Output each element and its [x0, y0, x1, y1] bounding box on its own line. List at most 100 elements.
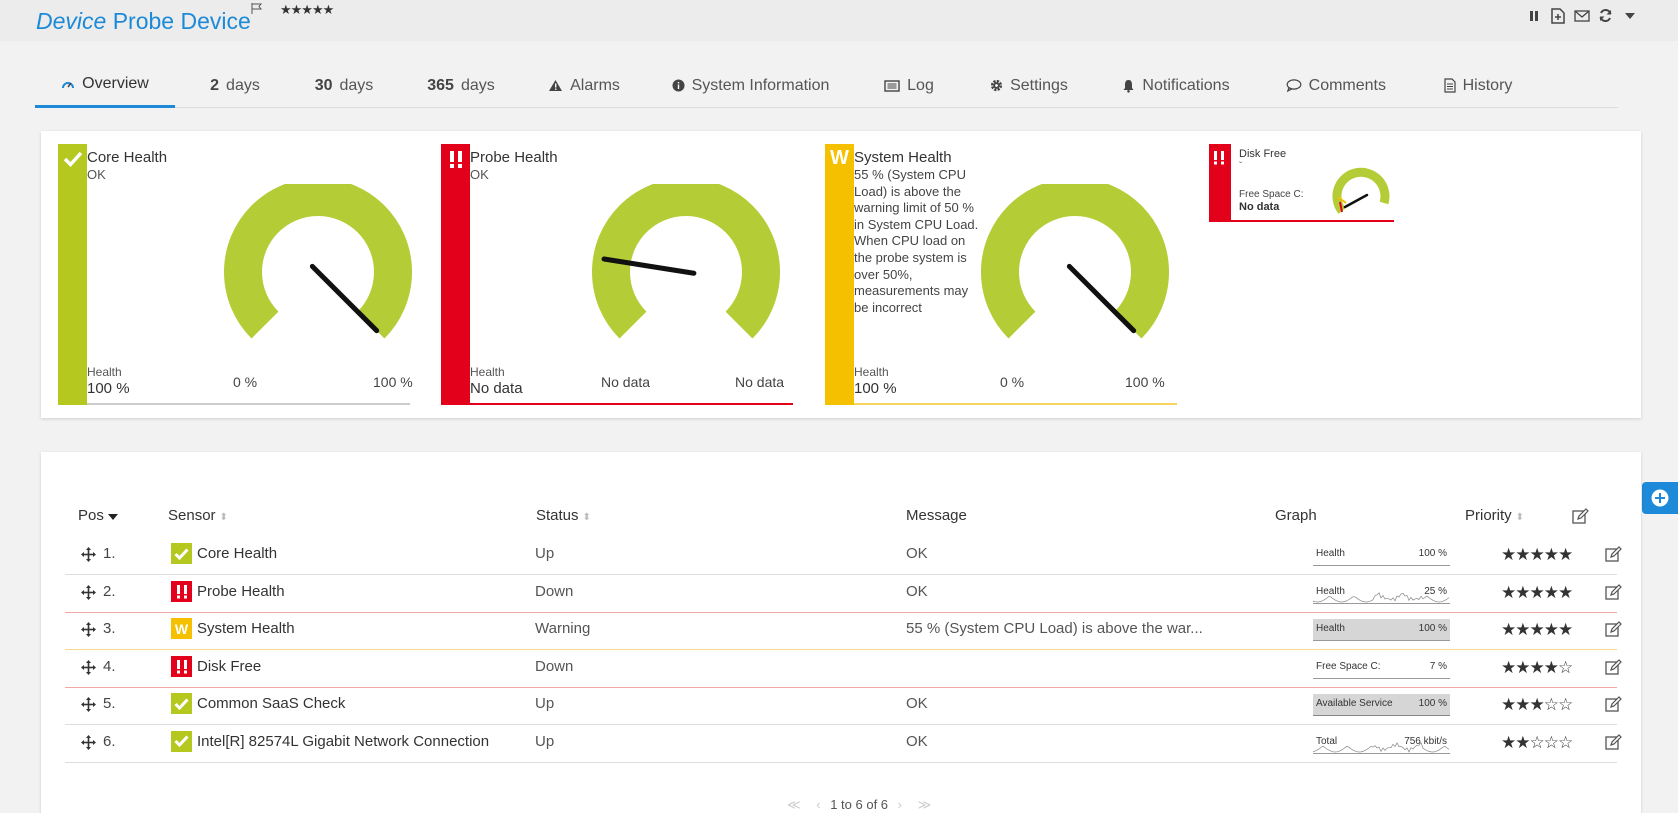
dropdown-icon[interactable] [1621, 7, 1638, 24]
table-row[interactable]: 4. Disk Free Down Free Space C: 7 % ★★★★… [65, 648, 1622, 688]
priority-stars[interactable]: ★★★★★ [1501, 620, 1573, 640]
sensor-name-link[interactable]: Intel[R] 82574L Gigabit Network Connecti… [197, 733, 489, 750]
graph-label: Health [1316, 585, 1345, 597]
channel-value: No data [1239, 201, 1280, 213]
row-status: Up [535, 732, 555, 750]
sensor-name-link[interactable]: System Health [197, 620, 295, 637]
edit-icon[interactable] [1605, 583, 1622, 601]
move-icon[interactable] [81, 547, 96, 562]
page-title-type: Device [36, 8, 107, 34]
mini-graph[interactable]: Total 756 kbit/s [1313, 731, 1450, 754]
tab-comments[interactable]: Comments [1286, 63, 1386, 108]
priority-stars[interactable]: ★★★★☆ [1501, 658, 1573, 678]
column-header-sensor[interactable]: Sensor ⬍ [168, 507, 228, 524]
edit-icon[interactable] [1605, 696, 1622, 713]
row-status: Up [535, 695, 555, 712]
mini-graph[interactable]: Health 100 % [1313, 544, 1450, 566]
gauge-card-probe-health[interactable]: Probe Health OK Health No data No data N… [441, 144, 793, 405]
column-header-status[interactable]: Status ⬍ [536, 507, 591, 524]
mini-graph[interactable]: Available Service 100 % [1313, 694, 1450, 716]
priority-stars[interactable]: ★★★☆☆ [1501, 695, 1573, 715]
header-label: Graph [1275, 507, 1317, 524]
add-button[interactable] [1642, 482, 1678, 514]
edit-icon[interactable] [1605, 658, 1622, 676]
gauge-card-core-health[interactable]: Core Health OK Health 100 % 0 % 100 % [58, 144, 413, 405]
tab-overview[interactable]: Overview [35, 63, 175, 108]
sensor-name-link[interactable]: Common SaaS Check [197, 695, 345, 712]
tab-system-information[interactable]: System Information [668, 63, 833, 108]
tab-label: days [226, 76, 260, 94]
device-priority-stars[interactable]: ★★★★★ [280, 2, 334, 18]
graph-label: Free Space C: [1316, 660, 1381, 672]
move-icon[interactable] [81, 697, 96, 712]
tab-log[interactable]: Log [881, 63, 937, 108]
row-position: 2. [103, 582, 116, 600]
table-row[interactable]: 3. W System Health Warning 55 % (System … [65, 610, 1622, 650]
move-icon[interactable] [81, 734, 96, 750]
page-title-name: Probe Device [112, 8, 251, 34]
export-icon[interactable] [1549, 7, 1566, 24]
pause-icon[interactable] [1525, 7, 1542, 24]
move-icon[interactable] [81, 584, 96, 600]
priority-stars[interactable]: ★★☆☆☆ [1501, 733, 1573, 753]
row-position: 1. [103, 545, 116, 562]
sensor-name-link[interactable]: Core Health [197, 545, 277, 562]
last-page-button[interactable]: ≫ [918, 797, 932, 812]
refresh-icon[interactable] [1597, 7, 1614, 24]
graph-value: 100 % [1418, 548, 1447, 559]
mini-graph[interactable]: Health 25 % [1313, 581, 1450, 604]
gauge-icon [62, 82, 75, 89]
tab-number: 30 [314, 76, 333, 94]
row-position: 6. [103, 732, 116, 750]
table-row[interactable]: 1. Core Health Up OK Health 100 % ★★★★★ [65, 535, 1622, 575]
gauge-title: Probe Health [470, 149, 558, 166]
edit-columns-icon[interactable] [1572, 508, 1589, 525]
gauge-needle [309, 263, 380, 334]
edit-icon[interactable] [1605, 546, 1622, 563]
edit-icon[interactable] [1605, 621, 1622, 638]
table-row[interactable]: 2. Probe Health Down OK Health 25 % ★★★★… [65, 573, 1622, 613]
row-status: Down [535, 657, 574, 675]
column-header-message: Message [906, 507, 967, 524]
channel-label: Free Space C: [1239, 189, 1304, 200]
graph-value: 25 % [1424, 585, 1447, 597]
tab-30-days[interactable]: 30 days [310, 63, 378, 108]
column-header-priority[interactable]: Priority ⬍ [1465, 507, 1524, 524]
tab-notifications[interactable]: Notifications [1120, 63, 1232, 108]
gauge-card-system-health[interactable]: W System Health 55 % (System CPU Load) i… [825, 144, 1177, 405]
table-row[interactable]: 5. Common SaaS Check Up OK Available Ser… [65, 685, 1622, 725]
move-icon[interactable] [81, 622, 96, 637]
priority-stars[interactable]: ★★★★★ [1501, 545, 1573, 565]
tab-settings[interactable]: Settings [989, 63, 1069, 108]
gauge-underline [1231, 220, 1394, 222]
table-row[interactable]: 6. Intel[R] 82574L Gigabit Network Conne… [65, 723, 1622, 763]
edit-icon[interactable] [1605, 733, 1622, 751]
mini-graph[interactable]: Health 100 % [1313, 619, 1450, 641]
first-page-button[interactable]: ≪ [787, 797, 801, 812]
chevron-down-icon: ˇ [1239, 161, 1243, 172]
gauge-min-label: 0 % [1000, 374, 1025, 390]
sensor-name-link[interactable]: Disk Free [197, 658, 261, 675]
gauge-dial [224, 184, 412, 339]
tab-label: Alarms [570, 76, 620, 94]
tab-2-days[interactable]: 2 days [205, 63, 265, 108]
mini-graph[interactable]: Free Space C: 7 % [1313, 656, 1450, 679]
column-header-pos[interactable]: Pos [78, 507, 119, 524]
priority-stars[interactable]: ★★★★★ [1501, 583, 1573, 603]
next-page-button[interactable]: › [898, 797, 902, 812]
gauge-card-disk-free[interactable]: Disk Free ˇ Free Space C: No data [1209, 144, 1394, 222]
move-icon[interactable] [81, 659, 96, 675]
mail-icon[interactable] [1573, 7, 1590, 24]
prev-page-button[interactable]: ‹ [816, 797, 820, 812]
tab-365-days[interactable]: 365 days [423, 63, 499, 108]
tab-history[interactable]: History [1441, 63, 1515, 108]
header-label: Message [906, 507, 967, 524]
alert-icon [171, 580, 192, 602]
tab-label: Overview [82, 75, 149, 92]
sensor-name-link[interactable]: Probe Health [197, 583, 285, 600]
flag-icon[interactable] [251, 3, 263, 14]
graph-label: Total [1316, 735, 1338, 747]
tab-alarms[interactable]: Alarms [546, 63, 622, 108]
gauge-underline [854, 403, 1177, 405]
gauge-title: System Health [854, 149, 952, 166]
